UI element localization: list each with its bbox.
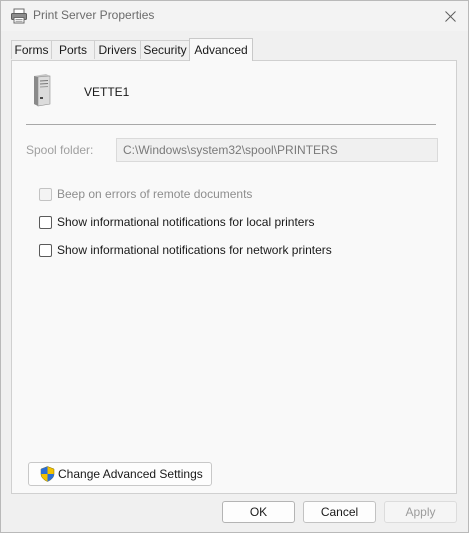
server-tower-icon bbox=[31, 73, 53, 107]
tab-forms[interactable]: Forms bbox=[11, 40, 52, 59]
spool-folder-field[interactable] bbox=[116, 138, 438, 162]
close-icon bbox=[444, 10, 456, 22]
window-title: Print Server Properties bbox=[33, 8, 155, 22]
local-notifications-checkbox[interactable] bbox=[39, 215, 52, 229]
advanced-tab-panel: VETTE1 Spool folder: Beep on errors of r… bbox=[11, 60, 457, 494]
beep-errors-option: Beep on errors of remote documents bbox=[39, 187, 252, 201]
close-button[interactable] bbox=[432, 1, 468, 31]
tab-ports[interactable]: Ports bbox=[51, 40, 95, 59]
tab-drivers[interactable]: Drivers bbox=[94, 40, 141, 59]
spool-folder-label: Spool folder: bbox=[26, 143, 94, 157]
tab-security[interactable]: Security bbox=[140, 40, 190, 59]
divider bbox=[26, 124, 436, 125]
apply-button[interactable]: Apply bbox=[384, 501, 457, 523]
beep-errors-label: Beep on errors of remote documents bbox=[57, 187, 253, 201]
local-notifications-label[interactable]: Show informational notifications for loc… bbox=[57, 215, 314, 229]
network-notifications-option[interactable]: Show informational notifications for net… bbox=[39, 243, 332, 257]
title-bar[interactable]: Print Server Properties bbox=[1, 1, 468, 31]
ok-button[interactable]: OK bbox=[222, 501, 295, 523]
uac-shield-icon bbox=[40, 466, 55, 482]
network-notifications-checkbox[interactable] bbox=[39, 243, 52, 257]
cancel-button[interactable]: Cancel bbox=[303, 501, 376, 523]
tab-advanced[interactable]: Advanced bbox=[189, 38, 253, 61]
print-server-properties-window: Print Server Properties Forms Ports Driv… bbox=[0, 0, 469, 533]
change-advanced-settings-label: Change Advanced Settings bbox=[58, 467, 203, 481]
server-name: VETTE1 bbox=[84, 85, 130, 99]
change-advanced-settings-button[interactable]: Change Advanced Settings bbox=[28, 462, 212, 486]
beep-errors-checkbox bbox=[39, 187, 52, 201]
network-notifications-label[interactable]: Show informational notifications for net… bbox=[57, 243, 332, 257]
printer-icon bbox=[10, 8, 28, 24]
local-notifications-option[interactable]: Show informational notifications for loc… bbox=[39, 215, 314, 229]
